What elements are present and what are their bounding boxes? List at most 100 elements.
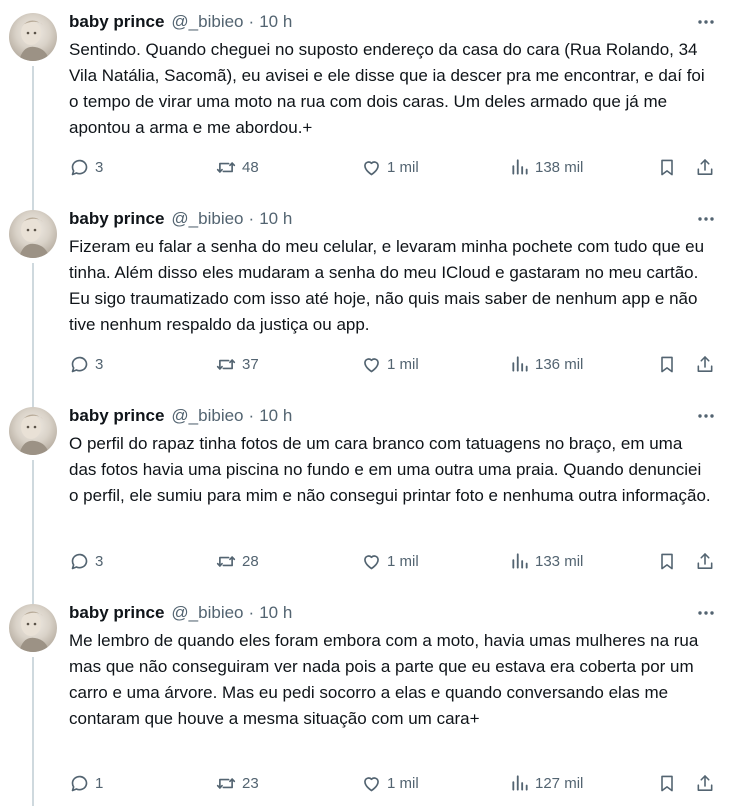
- like-icon: [364, 160, 379, 175]
- tweet[interactable]: baby prince @_bibieo · 10 h Fizeram eu f…: [0, 197, 733, 394]
- author-handle[interactable]: @_bibieo: [171, 12, 243, 32]
- views-count: 127 mil: [535, 774, 584, 792]
- tweet[interactable]: baby prince @_bibieo · 10 h Sentindo. Qu…: [0, 0, 733, 197]
- share-button[interactable]: [695, 157, 715, 178]
- views-icon: [512, 356, 528, 372]
- author-name[interactable]: baby prince: [69, 12, 164, 32]
- bookmark-button[interactable]: [657, 157, 677, 178]
- author-name[interactable]: baby prince: [69, 406, 164, 426]
- action-bar: 1 23 1 mil 127 mil: [69, 772, 719, 794]
- timestamp[interactable]: 10 h: [259, 12, 292, 32]
- tweet-content: baby prince @_bibieo · 10 h Me lembro de…: [69, 601, 719, 732]
- tweet-thread: baby prince @_bibieo · 10 h Sentindo. Qu…: [0, 0, 733, 806]
- author-name[interactable]: baby prince: [69, 603, 164, 623]
- reply-count: 3: [95, 552, 104, 570]
- tweet[interactable]: baby prince @_bibieo · 10 h Me lembro de…: [0, 591, 733, 806]
- avatar[interactable]: [9, 13, 57, 61]
- retweet-button[interactable]: 48: [215, 157, 259, 178]
- views-icon: [512, 553, 528, 569]
- avatar-column: [9, 210, 57, 258]
- retweet-button[interactable]: 23: [215, 773, 259, 794]
- thread-connector: [32, 460, 34, 591]
- reply-icon: [71, 775, 88, 791]
- retweet-count: 48: [242, 158, 259, 176]
- avatar[interactable]: [9, 210, 57, 258]
- more-icon[interactable]: [695, 603, 717, 623]
- timestamp[interactable]: 10 h: [259, 406, 292, 426]
- thread-connector: [32, 263, 34, 394]
- like-button[interactable]: 1 mil: [361, 354, 419, 375]
- separator: ·: [248, 406, 255, 425]
- reply-button[interactable]: 3: [69, 354, 103, 375]
- like-button[interactable]: 1 mil: [361, 551, 419, 572]
- tweet-content: baby prince @_bibieo · 10 h Fizeram eu f…: [69, 207, 719, 338]
- views-count: 133 mil: [535, 552, 584, 570]
- views-count: 138 mil: [535, 158, 584, 176]
- tweet-header: baby prince @_bibieo · 10 h: [69, 601, 719, 625]
- reply-icon: [71, 159, 88, 175]
- tweet-text: O perfil do rapaz tinha fotos de um cara…: [69, 434, 711, 505]
- timestamp[interactable]: 10 h: [259, 209, 292, 229]
- more-icon[interactable]: [695, 209, 717, 229]
- share-button[interactable]: [695, 773, 715, 794]
- retweet-count: 23: [242, 774, 259, 792]
- share-icon: [697, 355, 713, 372]
- bookmark-button[interactable]: [657, 354, 677, 375]
- share-button[interactable]: [695, 551, 715, 572]
- tweet-header: baby prince @_bibieo · 10 h: [69, 10, 719, 34]
- separator: ·: [248, 603, 255, 622]
- retweet-icon: [216, 555, 236, 567]
- bookmark-button[interactable]: [657, 773, 677, 794]
- bookmark-icon: [661, 553, 673, 569]
- action-bar: 3 28 1 mil 133 mil: [69, 550, 719, 572]
- retweet-button[interactable]: 37: [215, 354, 259, 375]
- tweet-content: baby prince @_bibieo · 10 h Sentindo. Qu…: [69, 10, 719, 141]
- thread-connector: [32, 394, 34, 407]
- views-button[interactable]: 127 mil: [510, 773, 583, 793]
- reply-count: 3: [95, 355, 104, 373]
- retweet-icon: [216, 358, 236, 370]
- author-name[interactable]: baby prince: [69, 209, 164, 229]
- views-button[interactable]: 133 mil: [510, 551, 583, 571]
- share-icon: [697, 774, 713, 791]
- like-count: 1 mil: [387, 552, 419, 570]
- action-bar: 3 48 1 mil 138 mil: [69, 156, 719, 178]
- avatar-column: [9, 13, 57, 61]
- like-button[interactable]: 1 mil: [361, 157, 419, 178]
- reply-button[interactable]: 3: [69, 157, 103, 178]
- thread-connector: [32, 66, 34, 197]
- reply-count: 3: [95, 158, 104, 176]
- more-icon[interactable]: [695, 12, 717, 32]
- views-button[interactable]: 136 mil: [510, 354, 583, 374]
- timestamp[interactable]: 10 h: [259, 603, 292, 623]
- author-handle[interactable]: @_bibieo: [171, 406, 243, 426]
- reply-count: 1: [95, 774, 104, 792]
- author-handle[interactable]: @_bibieo: [171, 209, 243, 229]
- retweet-button[interactable]: 28: [215, 551, 259, 572]
- retweet-icon: [216, 777, 236, 789]
- views-button[interactable]: 138 mil: [510, 157, 583, 177]
- bookmark-button[interactable]: [657, 551, 677, 572]
- action-bar: 3 37 1 mil 136 mil: [69, 353, 719, 375]
- bookmark-icon: [661, 775, 673, 791]
- more-icon[interactable]: [695, 406, 717, 426]
- avatar[interactable]: [9, 604, 57, 652]
- avatar[interactable]: [9, 407, 57, 455]
- separator: ·: [248, 209, 255, 228]
- separator: ·: [248, 12, 255, 31]
- reply-button[interactable]: 1: [69, 773, 103, 794]
- like-icon: [364, 554, 379, 569]
- tweet[interactable]: baby prince @_bibieo · 10 h O perfil do …: [0, 394, 733, 591]
- reply-icon: [71, 356, 88, 372]
- like-button[interactable]: 1 mil: [361, 773, 419, 794]
- avatar-column: [9, 407, 57, 455]
- reply-icon: [71, 553, 88, 569]
- tweet-text: Me lembro de quando eles foram embora co…: [69, 631, 699, 728]
- tweet-text: Fizeram eu falar a senha do meu celular,…: [69, 237, 705, 334]
- like-count: 1 mil: [387, 158, 419, 176]
- author-handle[interactable]: @_bibieo: [171, 603, 243, 623]
- reply-button[interactable]: 3: [69, 551, 103, 572]
- thread-connector: [32, 197, 34, 210]
- share-button[interactable]: [695, 354, 715, 375]
- retweet-count: 37: [242, 355, 259, 373]
